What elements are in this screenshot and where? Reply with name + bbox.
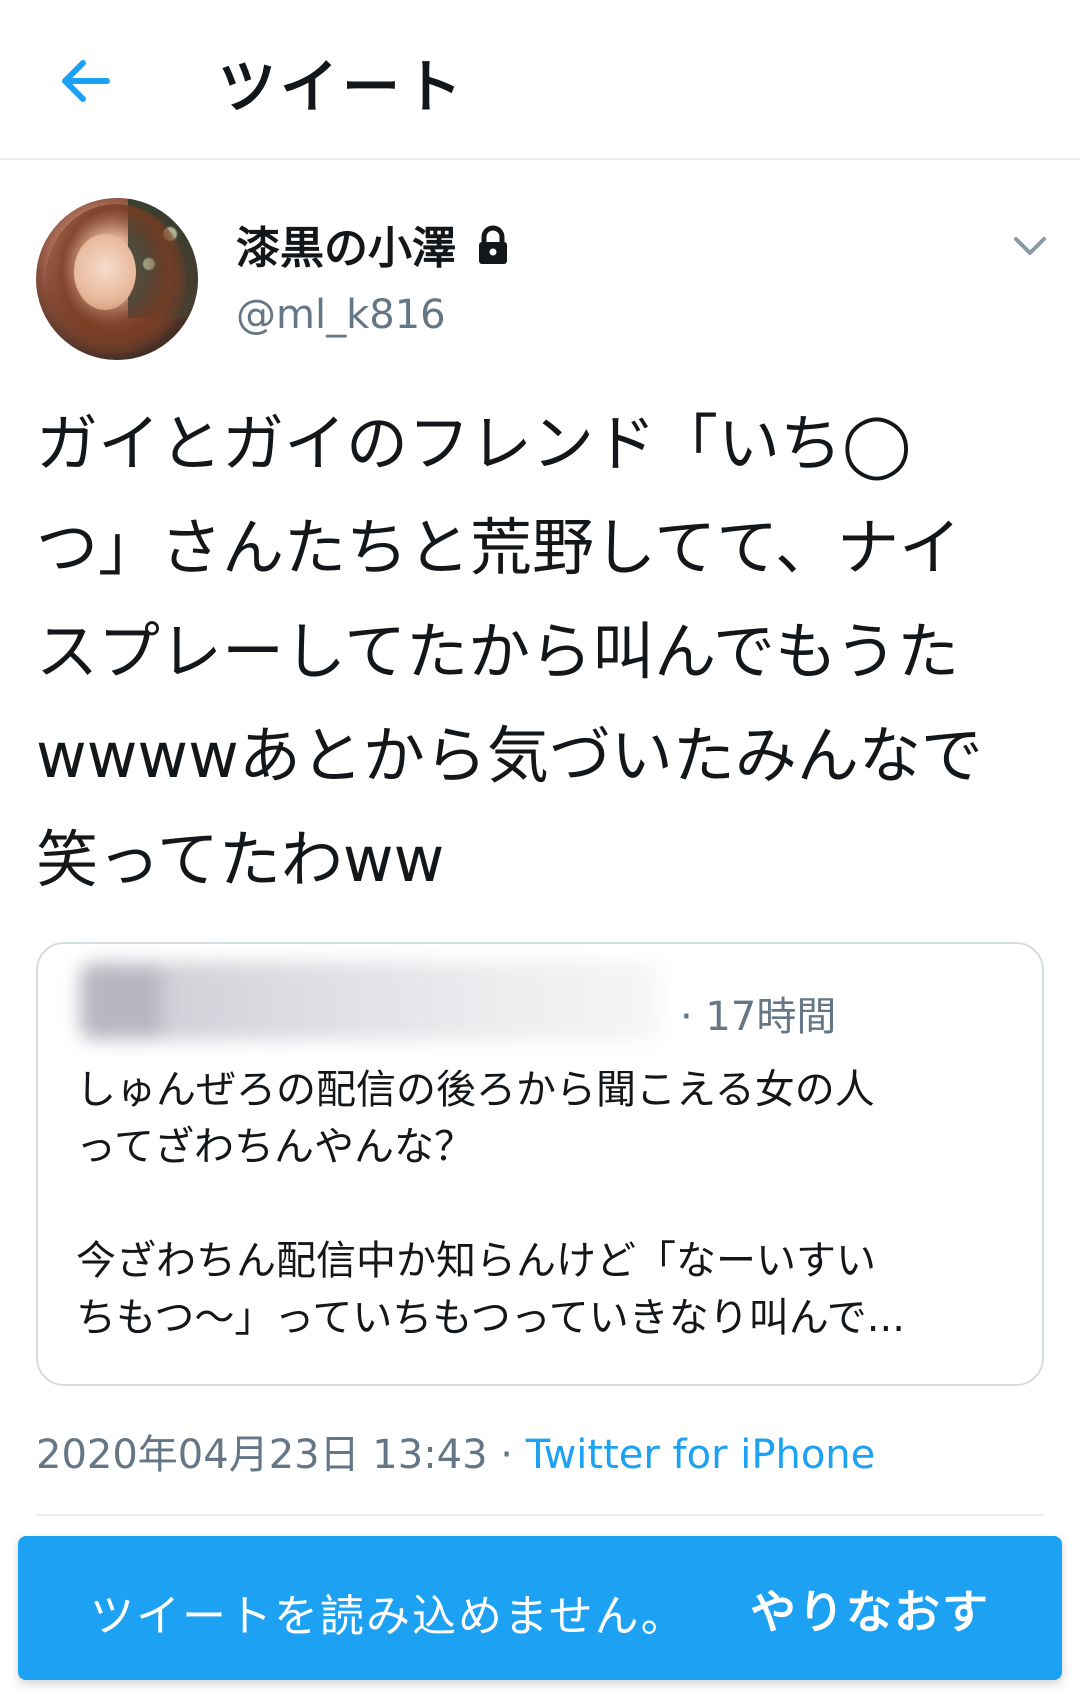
- quoted-text-line: ってざわちんやんな？: [76, 1124, 474, 1170]
- retry-button[interactable]: やりなおす: [750, 1576, 990, 1642]
- error-snackbar: ツイートを読み込めません。 やりなおす: [18, 1536, 1062, 1680]
- tweet-text-line: つ」さんたちと荒野してて、ナイ: [36, 511, 962, 584]
- back-button[interactable]: [50, 46, 120, 116]
- tweet-source-link[interactable]: Twitter for iPhone: [526, 1432, 876, 1478]
- quoted-text-line: 今ざわちん配信中か知らんけど「なーいすい: [76, 1238, 876, 1284]
- meta-separator: ·: [487, 1432, 526, 1478]
- user-display-name[interactable]: 漆黒の小澤: [236, 212, 456, 276]
- arrow-left-icon: [62, 60, 110, 102]
- quoted-text-line: ちもつ〜」っていちもつっていきなり叫んで...: [76, 1295, 905, 1341]
- chevron-down-icon[interactable]: [1010, 226, 1050, 266]
- tweet-text-line: スプレーしてたから叫んでもうた: [36, 615, 960, 688]
- quoted-text-line: [76, 1176, 1026, 1233]
- blurred-author-info: [80, 962, 660, 1040]
- tweet-text-line: ガイとガイのフレンド「いち◯: [36, 407, 912, 480]
- tweet-text-line: 笑ってたわww: [36, 823, 445, 896]
- quoted-tweet-card[interactable]: · 17時間 しゅんぜろの配信の後ろから聞こえる女の人 ってざわちんやんな？ 今…: [36, 942, 1044, 1386]
- avatar[interactable]: [36, 198, 198, 360]
- tweet-body: ガイとガイのフレンド「いち◯ つ」さんたちと荒野してて、ナイ スプレーしてたから…: [36, 392, 1046, 912]
- lock-icon: [479, 225, 507, 264]
- user-handle[interactable]: @ml_k816: [236, 292, 446, 338]
- quoted-tweet-time: · 17時間: [680, 994, 837, 1040]
- page-title: ツイート: [218, 53, 467, 121]
- divider: [36, 1514, 1044, 1516]
- tweet-metadata: 2020年04月23日 13:43 · Twitter for iPhone: [36, 1422, 875, 1480]
- snackbar-message: ツイートを読み込めません。: [90, 1591, 687, 1642]
- quoted-tweet-text: しゅんぜろの配信の後ろから聞こえる女の人 ってざわちんやんな？ 今ざわちん配信中…: [76, 1062, 1026, 1347]
- top-bar: ツイート: [0, 0, 1080, 160]
- quoted-text-line: しゅんぜろの配信の後ろから聞こえる女の人: [76, 1067, 875, 1113]
- tweet-timestamp: 2020年04月23日 13:43: [36, 1432, 488, 1478]
- tweet-text-line: wwwwあとから気づいたみんなで: [36, 719, 983, 792]
